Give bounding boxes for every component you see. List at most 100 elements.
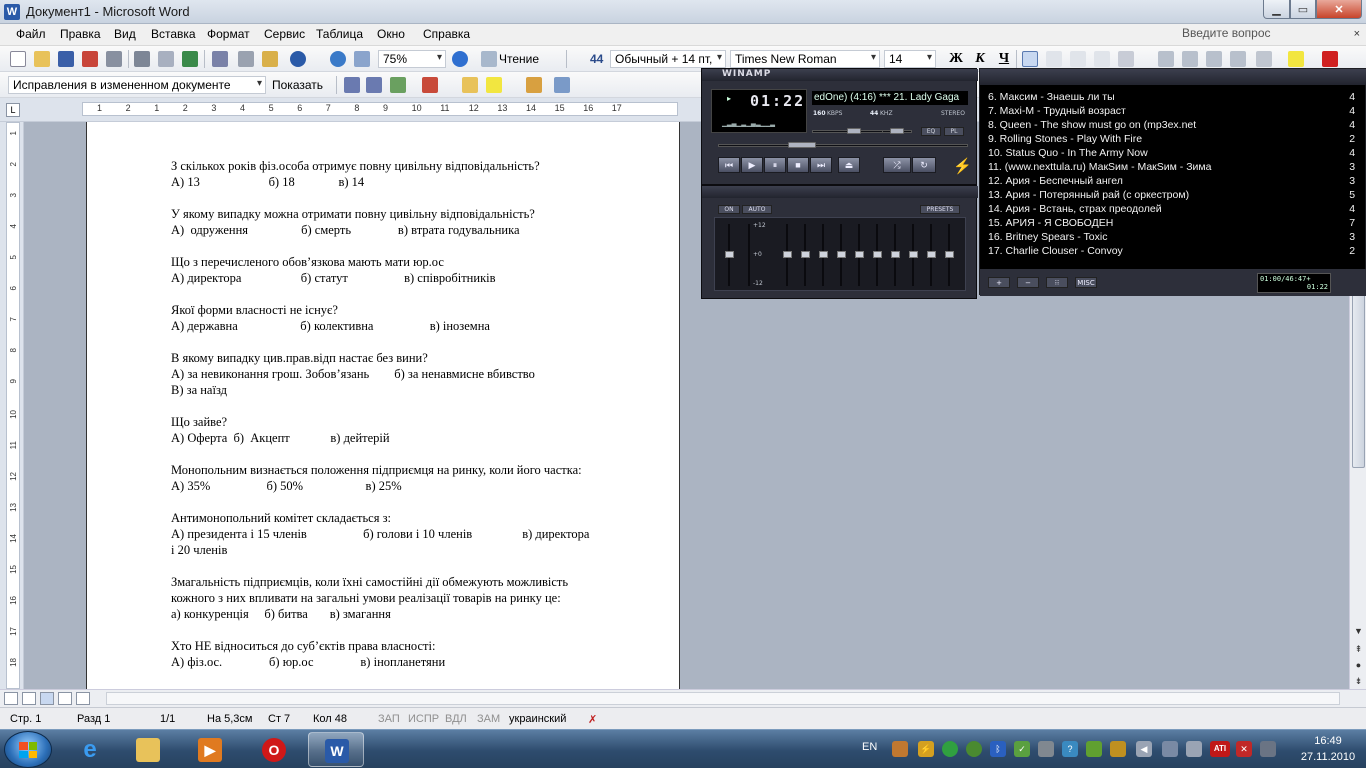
tray-green-icon[interactable] [942, 741, 958, 757]
track-changes-mode-select[interactable]: Исправления в измененном документе [8, 76, 266, 94]
print-preview-icon[interactable] [158, 51, 174, 67]
status-extend[interactable]: ВДЛ [445, 713, 467, 725]
new-document-icon[interactable] [10, 51, 26, 67]
playlist-item[interactable]: 9. Rolling Stones - Play With Fire 2: [988, 132, 1356, 146]
answer-options[interactable]: В) за наїзд [171, 382, 651, 398]
clock[interactable]: 16:49 27.11.2010 [1294, 733, 1362, 765]
eq-band-slider[interactable] [891, 224, 900, 286]
tray-arrow-icon[interactable] [1086, 741, 1102, 757]
answer-options[interactable]: А) одруження б) смерть в) втрата годувал… [171, 222, 651, 238]
shuffle-button[interactable]: ⤮ [883, 157, 911, 173]
previous-track-button[interactable]: ⏮ [718, 157, 740, 173]
playlist-item[interactable]: 16. Britney Spears - Toxic 3: [988, 230, 1356, 244]
status-language[interactable]: украинский [509, 713, 566, 725]
playlist-item[interactable]: 6. Максим - Знаешь ли ты 4: [988, 90, 1356, 104]
pause-button[interactable]: ⏸ [764, 157, 786, 173]
stop-button[interactable]: ■ [787, 157, 809, 173]
repeat-button[interactable]: ↻ [912, 157, 936, 173]
taskbar-ie[interactable]: e [62, 732, 118, 767]
align-left-icon[interactable] [1022, 51, 1038, 67]
answer-options[interactable]: а) конкуренція б) битва в) змагання [171, 606, 651, 622]
bullets-icon[interactable] [1182, 51, 1198, 67]
answer-options[interactable]: А) директора б) статут в) співробітників [171, 270, 651, 286]
answer-options[interactable]: А) 35% б) 50% в) 25% [171, 478, 651, 494]
winamp-titlebar[interactable]: WINAMP [702, 69, 978, 81]
eq-slider-knob[interactable] [783, 251, 792, 258]
answer-options[interactable]: кожного з них впливати на загальні умови… [171, 590, 651, 606]
underline-button[interactable]: Ч [994, 50, 1014, 68]
eq-slider-knob[interactable] [891, 251, 900, 258]
question-text[interactable]: Хто НЕ відноситься до суб’єктів права вл… [171, 638, 651, 654]
menu-help[interactable]: Справка [423, 27, 470, 41]
question-text[interactable]: Що з перечисленого обов’язкова мають мат… [171, 254, 651, 270]
menu-tools[interactable]: Сервис [264, 27, 305, 41]
spelling-status-icon[interactable]: ✗ [588, 713, 597, 726]
highlight-review-icon[interactable] [486, 77, 502, 93]
playlist-misc-button[interactable]: MISC [1075, 277, 1097, 288]
ruler-scale[interactable]: 1 2 1 2 3 4 5 6 7 8 9 10 11 12 13 14 15 16 17 [82, 102, 678, 116]
seek-bar[interactable] [718, 144, 968, 147]
close-button[interactable]: ✕ [1316, 0, 1362, 19]
align-center-icon[interactable] [1046, 51, 1062, 67]
help-icon[interactable] [452, 51, 468, 67]
save-icon[interactable] [58, 51, 74, 67]
reviewing-pane-icon[interactable] [554, 77, 570, 93]
eq-band-slider[interactable] [945, 224, 954, 286]
previous-change-icon[interactable] [344, 77, 360, 93]
document-page[interactable]: З скількох років фіз.особа отримує повну… [86, 122, 680, 689]
question-text[interactable]: В якому випадку цив.прав.відп настає без… [171, 350, 651, 366]
align-right-icon[interactable] [1070, 51, 1086, 67]
zoom-select[interactable]: 75% [378, 50, 446, 68]
playlist-item[interactable]: 7. Maxi-M - Трудный возраст 4: [988, 104, 1356, 118]
email-icon[interactable] [106, 51, 122, 67]
eq-slider-knob[interactable] [819, 251, 828, 258]
tray-misc-icon[interactable] [1260, 741, 1276, 757]
borders-icon[interactable] [1256, 51, 1272, 67]
volume-icon[interactable]: ◀ [1136, 741, 1152, 757]
playlist-item[interactable]: 10. Status Quo - In The Army Now 4: [988, 146, 1356, 160]
bold-button[interactable]: Ж [946, 50, 966, 68]
menu-view[interactable]: Вид [114, 27, 136, 41]
status-overtype[interactable]: ЗАМ [477, 713, 500, 725]
question-text[interactable]: Що зайве? [171, 414, 651, 430]
question-text[interactable]: З скількох років фіз.особа отримує повну… [171, 158, 651, 174]
taskbar-media-player[interactable]: ▶ [182, 732, 238, 767]
winamp-time[interactable]: 01:22 [750, 92, 805, 110]
status-record[interactable]: ЗАП [378, 713, 400, 725]
playlist-item[interactable]: 17. Charlie Clouser - Convoy 2: [988, 244, 1356, 258]
winamp-lightning-icon[interactable]: ⚡ [953, 157, 972, 175]
track-changes-icon[interactable] [526, 77, 542, 93]
tray-flag-icon[interactable]: ✕ [1236, 741, 1252, 757]
playlist-titlebar[interactable] [980, 69, 1366, 85]
eq-band-slider[interactable] [801, 224, 810, 286]
permission-icon[interactable] [82, 51, 98, 67]
open-folder-icon[interactable] [34, 51, 50, 67]
highlight-icon[interactable] [1288, 51, 1304, 67]
eject-button[interactable]: ⏏ [838, 157, 860, 173]
eq-slider-knob[interactable] [873, 251, 882, 258]
accept-change-icon[interactable] [390, 77, 406, 93]
eq-slider-knob[interactable] [837, 251, 846, 258]
eq-band-slider[interactable] [819, 224, 828, 286]
decrease-indent-icon[interactable] [1206, 51, 1222, 67]
playlist-select-button[interactable]: ⁝⁝ [1046, 277, 1068, 288]
eq-slider-knob[interactable] [945, 251, 954, 258]
cut-icon[interactable] [238, 51, 254, 67]
eq-band-slider[interactable] [873, 224, 882, 286]
reading-view-icon[interactable] [76, 692, 90, 705]
font-select[interactable]: Times New Roman [730, 50, 880, 68]
eq-slider-knob[interactable] [801, 251, 810, 258]
playlist-remove-button[interactable]: − [1017, 277, 1039, 288]
menu-table[interactable]: Таблица [316, 27, 363, 41]
word-app-icon[interactable]: W [4, 4, 20, 20]
next-page-icon[interactable]: ⇟ [1350, 673, 1366, 689]
question-text[interactable]: Монопольним визнається положення підприє… [171, 462, 651, 478]
answer-options[interactable]: А) державна б) колективна в) іноземна [171, 318, 651, 334]
question-text[interactable]: Змагальність підприємців, коли їхні само… [171, 574, 651, 590]
reject-change-icon[interactable] [422, 77, 438, 93]
equalizer-titlebar[interactable] [702, 186, 978, 198]
normal-view-icon[interactable] [4, 692, 18, 705]
bluetooth-icon[interactable]: ᛒ [990, 741, 1006, 757]
volume-knob[interactable] [847, 128, 861, 134]
answer-options[interactable]: А) за невиконання грош. Зобов’язань б) з… [171, 366, 651, 382]
